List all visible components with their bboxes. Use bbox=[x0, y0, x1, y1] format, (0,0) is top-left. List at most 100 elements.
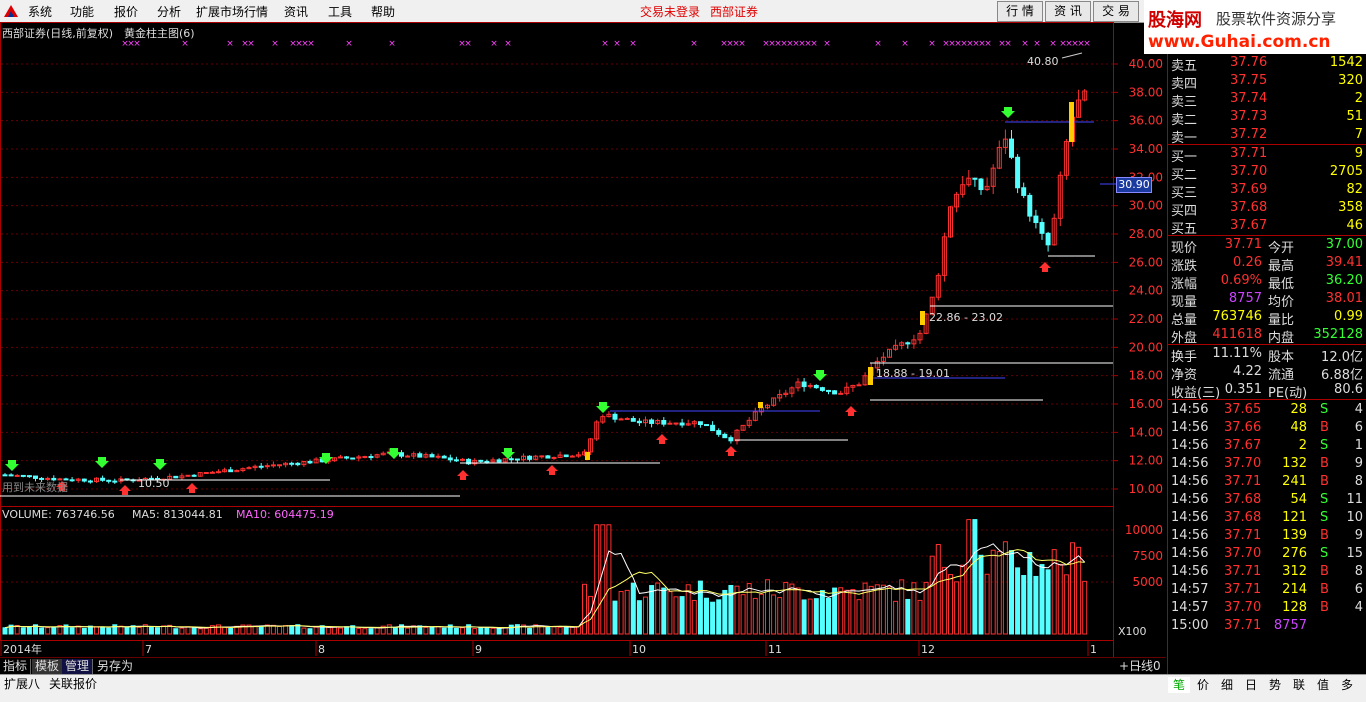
volume-bar bbox=[368, 628, 374, 635]
rtab-price[interactable]: 价 bbox=[1192, 677, 1214, 693]
zoom-out-button[interactable]: - bbox=[1137, 659, 1141, 673]
bid-row: 买三 37.69 82 bbox=[1168, 181, 1366, 201]
guhai-banner: 股海网 股票软件资源分享 www.Guhai.com.cn bbox=[1144, 0, 1366, 54]
rtab-more[interactable]: 多 bbox=[1336, 677, 1358, 693]
tab-quotes-button[interactable]: 行 情 bbox=[997, 1, 1043, 22]
candle-body bbox=[630, 418, 636, 422]
rtab-tick[interactable]: 笔 bbox=[1168, 677, 1190, 693]
tick-time: 14:56 bbox=[1171, 438, 1209, 453]
candle-body bbox=[673, 422, 679, 425]
menu-system[interactable]: 系统 bbox=[28, 3, 52, 20]
volume-bar bbox=[917, 599, 923, 635]
volume-bar bbox=[874, 584, 880, 635]
ask-row: 卖五 37.76 1542 bbox=[1168, 54, 1366, 74]
login-status[interactable]: 交易未登录 bbox=[640, 3, 700, 20]
tab-manage[interactable]: 管理 bbox=[62, 659, 94, 674]
volume-bar bbox=[301, 627, 307, 635]
volume-bar bbox=[746, 583, 752, 635]
candle-body bbox=[612, 413, 618, 420]
kline-chart-area[interactable]: 40.0038.0036.0034.0032.0030.0028.0026.00… bbox=[0, 22, 1166, 657]
volume-bar bbox=[148, 626, 154, 635]
rtab-day[interactable]: 日 bbox=[1240, 677, 1262, 693]
volume-bar bbox=[813, 598, 819, 635]
tab-related-quote[interactable]: 关联报价 bbox=[49, 677, 97, 691]
candle-body bbox=[69, 479, 75, 482]
signal-marker: × bbox=[984, 39, 992, 49]
menu-function[interactable]: 功能 bbox=[70, 3, 94, 20]
menu-help[interactable]: 帮助 bbox=[371, 3, 395, 20]
volume-bar bbox=[197, 628, 203, 635]
sell-arrow-icon bbox=[845, 406, 857, 416]
price-tick-label: 38.00 bbox=[1129, 85, 1163, 99]
volume-bar bbox=[94, 626, 99, 635]
volume-bar bbox=[954, 581, 960, 635]
buy-arrow-icon bbox=[153, 459, 167, 470]
menu-ext-market[interactable]: 扩展市场行情 bbox=[196, 3, 268, 20]
candle-body bbox=[710, 424, 716, 432]
tab-save-as[interactable]: 另存为 bbox=[94, 659, 136, 674]
tab-ext8[interactable]: 扩展八 bbox=[4, 677, 40, 691]
candle-body bbox=[728, 437, 734, 442]
volume-unit: X100 bbox=[1118, 625, 1147, 638]
zoom-in-button[interactable]: + bbox=[1119, 659, 1129, 673]
bid-volume: 358 bbox=[1338, 200, 1363, 215]
tab-indicator[interactable]: 指标 bbox=[0, 659, 32, 674]
menu-analysis[interactable]: 分析 bbox=[157, 3, 181, 20]
volume-bar bbox=[1033, 575, 1039, 635]
volume-bar bbox=[362, 628, 368, 635]
candle-body bbox=[270, 464, 276, 467]
rtab-link[interactable]: 联 bbox=[1288, 677, 1310, 693]
volume-bar bbox=[704, 597, 709, 635]
tab-news-button[interactable]: 资 讯 bbox=[1045, 1, 1091, 22]
low-annotation: 10.50 bbox=[138, 477, 170, 490]
future-data-note: 用到未来数据 bbox=[2, 481, 68, 494]
stat-value: 38.01 bbox=[1325, 291, 1363, 306]
rtab-value[interactable]: 值 bbox=[1312, 677, 1334, 693]
candle-body bbox=[667, 422, 673, 425]
volume-bar bbox=[307, 628, 313, 635]
volume-tick-label: 5000 bbox=[1132, 575, 1163, 589]
candle-body bbox=[704, 424, 709, 427]
indicator-name: 黄金柱主图(6) bbox=[124, 27, 195, 40]
candle-body bbox=[14, 474, 20, 477]
candle-body bbox=[344, 456, 350, 459]
tab-template[interactable]: 模板 bbox=[32, 659, 64, 674]
sell-arrow-icon bbox=[119, 485, 131, 495]
tick-volume: 139 bbox=[1282, 528, 1307, 543]
ask-price: 37.75 bbox=[1230, 73, 1268, 88]
candle-body bbox=[106, 479, 112, 482]
stat-value: 763746 bbox=[1212, 309, 1262, 324]
volume-bar bbox=[801, 599, 807, 635]
tick-count: 6 bbox=[1354, 420, 1363, 435]
rtab-trend[interactable]: 势 bbox=[1264, 677, 1286, 693]
bid-price: 37.70 bbox=[1230, 164, 1268, 179]
menu-quote[interactable]: 报价 bbox=[114, 3, 138, 20]
candle-body bbox=[563, 454, 569, 458]
signal-marker: × bbox=[1021, 39, 1029, 49]
volume-bar bbox=[765, 579, 770, 635]
zoom-reset-button[interactable]: 0 bbox=[1153, 659, 1161, 673]
volume-bar bbox=[405, 627, 411, 635]
volume-bar bbox=[582, 583, 587, 635]
candle-body bbox=[856, 384, 862, 387]
volume-bar bbox=[563, 626, 569, 635]
kline-chart-svg[interactable]: 40.0038.0036.0034.0032.0030.0028.0026.00… bbox=[0, 22, 1166, 657]
candle-body bbox=[514, 458, 520, 461]
volume-bar bbox=[191, 627, 197, 635]
stat-value: 37.71 bbox=[1224, 237, 1262, 252]
broker-name: 西部证券 bbox=[710, 5, 759, 19]
volume-bar bbox=[978, 554, 984, 635]
tick-time: 14:56 bbox=[1171, 564, 1209, 579]
tick-side: B bbox=[1320, 474, 1329, 489]
candle-body bbox=[801, 381, 807, 388]
tab-trade-button[interactable]: 交 易 bbox=[1093, 1, 1139, 22]
menu-tools[interactable]: 工具 bbox=[328, 3, 352, 20]
rtab-detail[interactable]: 细 bbox=[1216, 677, 1238, 693]
tick-price: 37.66 bbox=[1224, 420, 1262, 435]
candle-body bbox=[1045, 232, 1051, 246]
fund-row: 收益(三) 0.351 PE(动) 80.6 bbox=[1168, 381, 1366, 401]
stat-row: 现量 8757 均价 38.01 bbox=[1168, 290, 1366, 310]
menu-news[interactable]: 资讯 bbox=[284, 3, 308, 20]
tick-side: B bbox=[1320, 564, 1329, 579]
volume-bar bbox=[643, 596, 648, 635]
